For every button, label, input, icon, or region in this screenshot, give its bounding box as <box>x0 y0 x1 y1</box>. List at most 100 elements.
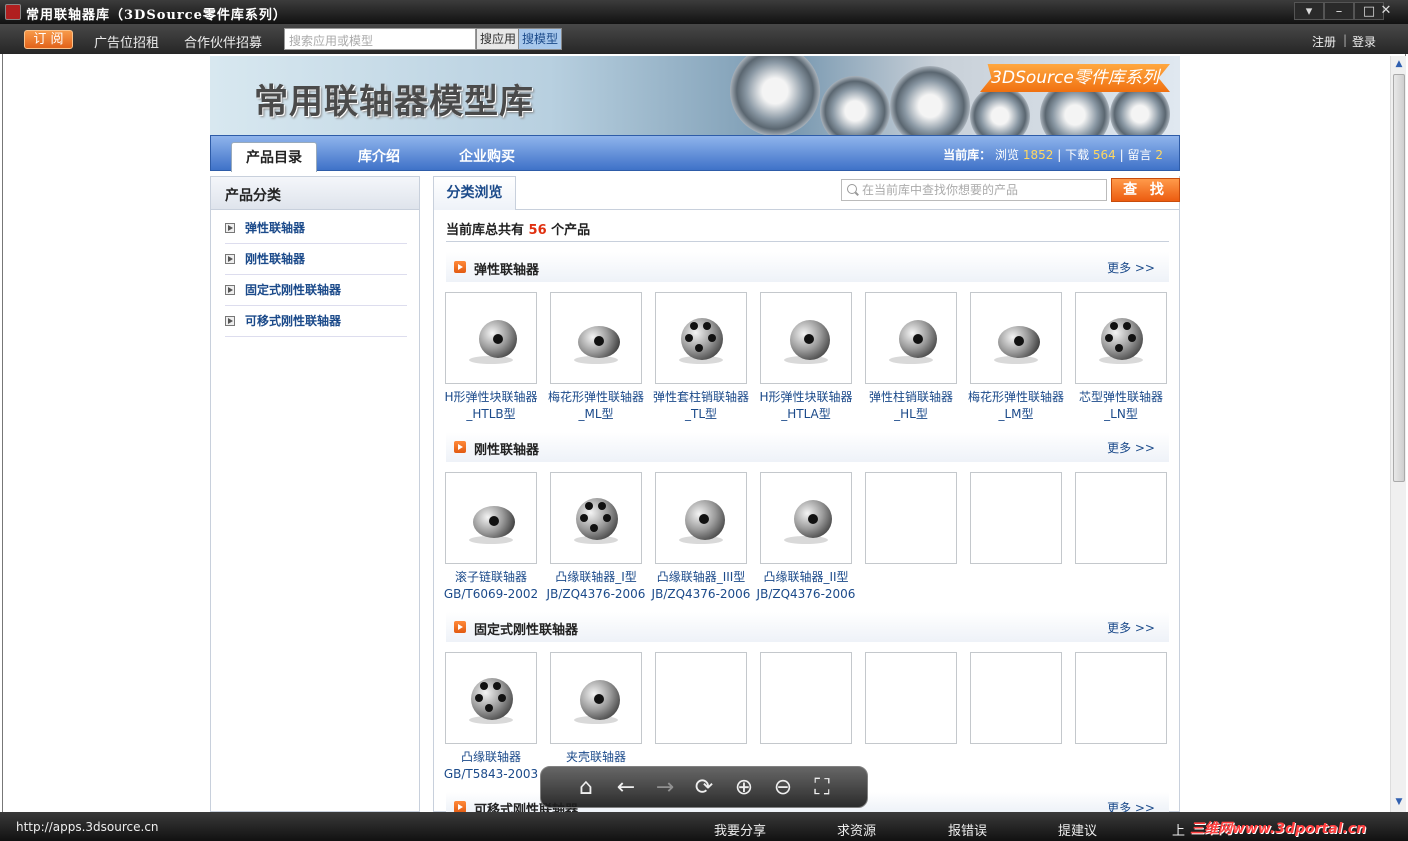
share-link[interactable]: 我要分享 <box>714 820 766 839</box>
coupling-image <box>820 76 890 136</box>
more-link[interactable]: 更多 >> <box>1107 799 1155 812</box>
sidebar-item-label: 可移式刚性联轴器 <box>245 314 342 328</box>
product-caption[interactable]: 弹性套柱销联轴器 _TL型 <box>649 389 753 423</box>
product-thumbnail[interactable] <box>970 292 1062 384</box>
empty-thumbnail-slot <box>655 652 747 744</box>
section-arrow-icon <box>454 261 466 273</box>
product-thumbnail[interactable] <box>1075 292 1167 384</box>
product-caption[interactable]: 滚子链联轴器 GB/T6069-2002 <box>439 569 543 603</box>
subscribe-button[interactable]: 订 阅 <box>24 30 73 49</box>
sidebar-item-rigid[interactable]: 刚性联轴器 <box>225 244 407 275</box>
search-app-button[interactable]: 搜应用 <box>476 28 521 50</box>
product-caption[interactable]: 凸缘联轴器 GB/T5843-2003 <box>439 749 543 783</box>
zoom-in-icon[interactable]: ⊕ <box>731 775 757 801</box>
product-thumbnail[interactable] <box>550 652 642 744</box>
product-thumbnail[interactable] <box>760 472 852 564</box>
section-arrow-icon <box>454 801 466 812</box>
product-thumbnail[interactable] <box>655 472 747 564</box>
forward-icon[interactable]: → <box>652 775 678 801</box>
downloads-count: 564 <box>1092 148 1116 162</box>
section-arrow-icon <box>454 621 466 633</box>
scroll-up-icon[interactable]: ▲ <box>1391 56 1407 72</box>
library-banner: 常用联轴器模型库 3DSource零件库系列 <box>210 56 1180 136</box>
home-icon[interactable]: ⌂ <box>573 775 599 801</box>
upload-link[interactable]: 上 <box>1172 820 1185 839</box>
fullscreen-icon[interactable]: ⛶ <box>809 775 835 801</box>
product-thumbnail[interactable] <box>550 472 642 564</box>
product-model: _TL型 <box>684 407 718 421</box>
empty-thumbnail-slot <box>970 652 1062 744</box>
refresh-icon[interactable]: ⟳ <box>691 775 717 801</box>
product-caption[interactable]: 凸缘联轴器_III型 JB/ZQ4376-2006 <box>649 569 753 603</box>
scroll-thumb[interactable] <box>1393 74 1405 482</box>
request-resource-link[interactable]: 求资源 <box>837 820 876 839</box>
app-search-input[interactable]: 搜索应用或模型 <box>284 28 476 50</box>
tab-category-browse[interactable]: 分类浏览 <box>433 176 516 210</box>
product-caption[interactable]: 凸缘联轴器_I型 JB/ZQ4376-2006 <box>544 569 648 603</box>
window-titlebar: 常用联轴器库（3DSource零件库系列） ▾ – □ ✕ <box>0 0 1408 24</box>
product-model: JB/ZQ4376-2006 <box>756 587 856 601</box>
product-caption[interactable]: 弹性柱销联轴器 _HL型 <box>859 389 963 423</box>
library-nav: 产品目录 库介绍 企业购买 当前库： 浏览 1852 | 下载 564 | 留言… <box>210 135 1180 172</box>
empty-thumbnail-slot <box>970 472 1062 564</box>
product-caption[interactable]: H形弹性块联轴器 _HTLB型 <box>439 389 543 423</box>
sidebar-item-fixed-rigid[interactable]: 固定式刚性联轴器 <box>225 275 407 306</box>
menu-dropdown-button[interactable]: ▾ <box>1294 2 1324 20</box>
login-link[interactable]: 登录 <box>1352 33 1376 50</box>
ad-rental-link[interactable]: 广告位招租 <box>94 32 159 51</box>
toolbar-separator: | <box>1343 33 1348 47</box>
product-caption[interactable]: H形弹性块联轴器 _HTLA型 <box>754 389 858 423</box>
product-model: JB/ZQ4376-2006 <box>546 587 646 601</box>
back-icon[interactable]: ← <box>613 775 639 801</box>
scroll-down-icon[interactable]: ▼ <box>1391 794 1407 810</box>
product-name: H形弹性块联轴器 <box>444 390 538 404</box>
section-header-rigid: 刚性联轴器 更多 >> <box>446 432 1169 462</box>
register-link[interactable]: 注册 <box>1312 33 1336 50</box>
vertical-scrollbar[interactable]: ▲ ▼ <box>1390 56 1406 812</box>
empty-thumbnail-slot <box>1075 472 1167 564</box>
product-caption[interactable]: 凸缘联轴器_II型 JB/ZQ4376-2006 <box>754 569 858 603</box>
product-thumbnail[interactable] <box>445 472 537 564</box>
sidebar-item-movable-rigid[interactable]: 可移式刚性联轴器 <box>225 306 407 337</box>
more-link[interactable]: 更多 >> <box>1107 619 1155 636</box>
section-header-elastic: 弹性联轴器 更多 >> <box>446 252 1169 282</box>
search-model-button[interactable]: 搜模型 <box>518 28 563 50</box>
arrow-bullet-icon <box>225 254 235 264</box>
tab-enterprise-buy[interactable]: 企业购买 <box>447 142 527 172</box>
suggestion-link[interactable]: 提建议 <box>1058 820 1097 839</box>
more-link[interactable]: 更多 >> <box>1107 439 1155 456</box>
tab-library-intro[interactable]: 库介绍 <box>339 142 419 172</box>
stats-separator: | <box>1119 148 1124 162</box>
product-model: GB/T5843-2003 <box>443 767 539 781</box>
total-prefix: 当前库总共有 <box>446 223 525 238</box>
product-thumbnail[interactable] <box>445 292 537 384</box>
empty-thumbnail-slot <box>1075 652 1167 744</box>
library-search-input[interactable]: 在当前库中查找你想要的产品 <box>841 179 1107 201</box>
product-name: 夹壳联轴器 <box>565 750 626 764</box>
empty-thumbnail-slot <box>865 652 957 744</box>
product-caption[interactable]: 梅花形弹性联轴器 _LM型 <box>964 389 1068 423</box>
product-thumbnail[interactable] <box>655 292 747 384</box>
product-caption[interactable]: 夹壳联轴器 <box>544 749 648 766</box>
product-model: _LN型 <box>1104 407 1138 421</box>
sidebar-item-label: 固定式刚性联轴器 <box>245 283 342 297</box>
product-caption[interactable]: 梅花形弹性联轴器 _ML型 <box>544 389 648 423</box>
top-toolbar: 订 阅 广告位招租 合作伙伴招募 搜索应用或模型 搜应用 搜模型 注册 | 登录 <box>0 24 1408 54</box>
partner-recruit-link[interactable]: 合作伙伴招募 <box>184 32 262 51</box>
report-error-link[interactable]: 报错误 <box>948 820 987 839</box>
product-caption[interactable]: 芯型弹性联轴器 _LN型 <box>1069 389 1173 423</box>
close-button[interactable]: ✕ <box>1372 2 1400 20</box>
product-name: 芯型弹性联轴器 <box>1078 390 1163 404</box>
product-thumbnail[interactable] <box>550 292 642 384</box>
coupling-image <box>890 66 970 136</box>
product-thumbnail[interactable] <box>445 652 537 744</box>
sidebar-title: 产品分类 <box>211 177 419 210</box>
minimize-button[interactable]: – <box>1324 2 1354 20</box>
product-thumbnail[interactable] <box>760 292 852 384</box>
product-thumbnail[interactable] <box>865 292 957 384</box>
tab-product-catalog[interactable]: 产品目录 <box>231 142 317 172</box>
more-link[interactable]: 更多 >> <box>1107 259 1155 276</box>
sidebar-item-elastic[interactable]: 弹性联轴器 <box>225 213 407 244</box>
zoom-out-icon[interactable]: ⊖ <box>770 775 796 801</box>
find-button[interactable]: 查 找 <box>1111 178 1180 202</box>
